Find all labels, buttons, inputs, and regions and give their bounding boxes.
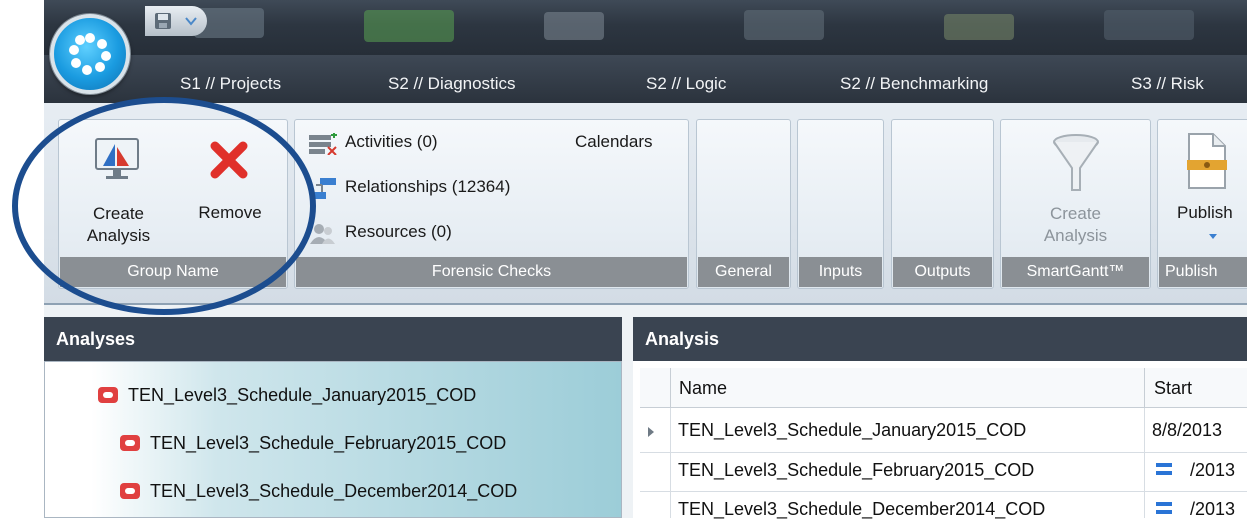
smartgantt-create-analysis-label: Create Analysis [1043,204,1108,245]
general-label: General [698,257,789,287]
remove-button[interactable]: Remove [180,130,280,252]
analysis-pane-title: Analysis [633,317,1247,361]
relationships-label: Relationships (12364) [345,177,511,196]
app-orb-icon[interactable] [50,14,130,94]
task-bar-icon [1156,502,1172,514]
smartgantt-create-analysis-button: Create Analysis [1008,130,1143,252]
task-bar-icon [1156,463,1172,475]
tab-projects[interactable]: S1 // Projects [180,74,281,94]
activities-label: Activities (0) [345,132,438,151]
pane-splitter[interactable] [622,317,633,518]
column-header-name[interactable]: Name [670,368,1144,408]
remove-label: Remove [198,203,262,222]
relationships-icon [310,178,336,199]
forensic-checks-label: Forensic Checks [296,257,687,287]
outputs-label: Outputs [893,257,992,287]
title-bar [44,0,1247,55]
pane-separator [44,305,1247,317]
create-analysis-label: Create Analysis [86,204,151,245]
table-row-name[interactable]: TEN_Level3_Schedule_December2014_COD [678,499,1138,520]
row-divider [640,491,1247,492]
tree-item[interactable]: TEN_Level3_Schedule_February2015_COD [120,433,506,454]
tree-item[interactable]: TEN_Level3_Schedule_December2014_COD [120,481,517,502]
publish-group-label: Publish [1159,257,1247,287]
database-icon [120,483,140,499]
chevron-down-icon [1209,234,1217,239]
tab-benchmarking[interactable]: S2 // Benchmarking [840,74,988,94]
publish-label: Publish [1177,203,1233,222]
remove-x-icon [210,141,248,179]
dropdown-arrow-icon[interactable] [185,16,197,26]
database-icon [120,435,140,451]
tab-logic[interactable]: S2 // Logic [646,74,726,94]
inputs-label: Inputs [799,257,882,287]
grid-line [670,408,671,518]
activities-button[interactable]: Activities (0) [308,130,488,158]
table-row-name[interactable]: TEN_Level3_Schedule_January2015_COD [678,420,1138,441]
publish-button[interactable]: Publish [1165,130,1247,252]
column-header-start[interactable]: Start [1144,368,1247,408]
table-row-start[interactable]: /2013 [1156,460,1247,481]
table-row-name[interactable]: TEN_Level3_Schedule_February2015_COD [678,460,1138,481]
tab-diagnostics[interactable]: S2 // Diagnostics [388,74,516,94]
database-icon [98,387,118,403]
activities-icon [309,133,337,155]
create-analysis-icon [95,138,139,179]
row-pointer-icon [648,427,654,437]
table-row-start[interactable]: 8/8/2013 [1152,420,1247,441]
smartgantt-label: SmartGantt™ [1002,257,1149,287]
analyses-pane-title: Analyses [44,317,622,361]
calendars-button[interactable]: Calendars [575,132,653,152]
group-name-label: Group Name [60,257,286,287]
create-analysis-button[interactable]: Create Analysis [66,130,171,252]
relationships-button[interactable]: Relationships (12364) [308,175,568,203]
row-header-corner [640,368,670,408]
resources-button[interactable]: Resources (0) [308,220,488,248]
quick-access-toolbar [145,6,207,36]
resources-label: Resources (0) [345,222,452,241]
resources-icon [310,224,335,244]
filter-funnel-icon [1053,134,1099,191]
save-icon[interactable] [153,11,173,31]
grid-line [1144,408,1145,518]
publish-document-icon [1187,133,1227,189]
tree-item[interactable]: TEN_Level3_Schedule_January2015_COD [98,385,476,406]
table-row-start[interactable]: /2013 [1156,499,1247,520]
tab-risk[interactable]: S3 // Risk [1131,74,1204,94]
row-divider [640,452,1247,453]
